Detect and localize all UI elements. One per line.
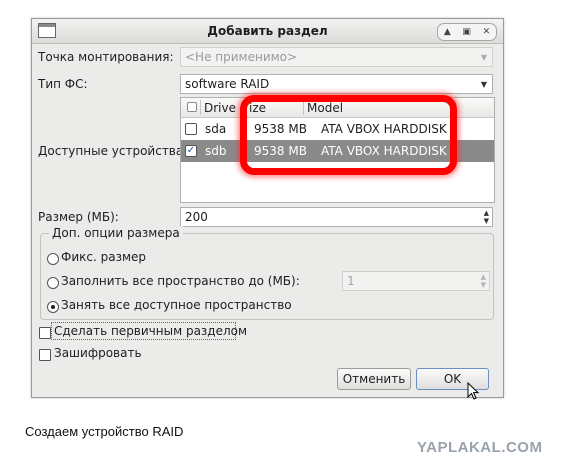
watermark-logo: YAPLAKAL.COM [417,439,543,456]
drive-cell: sdb [205,144,227,158]
size-value: 200 [185,210,208,224]
fs-type-value: software RAID [185,77,270,91]
fill-up-to-value: 1 [347,274,355,288]
header-checkbox-icon[interactable] [187,102,197,112]
radio-fill-up-to[interactable] [47,277,59,289]
fill-all-label: Занять все доступное пространство [61,298,292,312]
cancel-button[interactable]: Отменить [337,368,411,390]
close-icon[interactable]: ✕ [483,27,491,37]
model-cell: ATA VBOX HARDDISK [321,144,447,158]
mount-point-label: Точка монтирования: [38,50,174,64]
mount-point-combo[interactable]: <Не применимо> ▼ [180,47,493,67]
size-cell: 9538 MB [254,144,307,158]
fixed-size-label: Фикс. размер [61,250,147,264]
column-size[interactable]: ize [249,101,266,115]
table-row[interactable]: sda 9538 MB ATA VBOX HARDDISK [181,118,494,140]
table-header: Drive ize Model [181,98,494,118]
restore-icon[interactable]: ▣ [462,27,471,37]
size-spinbox[interactable]: 200 ▲ ▼ [180,207,493,227]
chevron-down-icon: ▼ [480,80,487,89]
mouse-pointer-icon [467,382,480,400]
size-cell: 9538 MB [254,122,307,136]
window-buttons: ▲ ▣ ✕ [437,23,497,41]
row-checkbox[interactable]: ✓ [185,145,197,157]
spin-arrows-icon[interactable]: ▲ ▼ [484,209,489,225]
table-row[interactable]: ✓ sdb 9538 MB ATA VBOX HARDDISK [181,140,494,162]
fill-up-to-label: Заполнить все пространство до (МБ): [61,274,300,288]
radio-fill-all[interactable] [47,301,59,313]
mount-point-value: <Не применимо> [185,50,298,64]
row-checkbox[interactable] [185,123,197,135]
model-cell: ATA VBOX HARDDISK [321,122,447,136]
devices-table[interactable]: Drive ize Model sda 9538 MB ATA VBOX HAR… [180,97,495,203]
column-model[interactable]: Model [307,101,343,115]
size-options-legend: Доп. опции размера [49,226,183,240]
title-bar[interactable]: Добавить раздел ▲ ▣ ✕ [32,19,503,44]
size-options-group: Доп. опции размера Фикс. размер Заполнит… [40,226,494,320]
primary-partition-checkbox[interactable] [39,327,51,339]
radio-fixed-size[interactable] [47,253,59,265]
devices-label: Доступные устройства: [38,144,188,158]
size-label: Размер (МБ): [38,210,119,224]
fs-type-label: Тип ФС: [38,77,88,91]
spin-arrows-icon: ▲ ▼ [480,273,486,289]
add-partition-dialog: Добавить раздел ▲ ▣ ✕ Точка монтирования… [31,18,504,398]
column-drive[interactable]: Drive [204,101,236,115]
primary-partition-label: Сделать первичным разделом [54,324,248,338]
caption-text: Создаем устройство RAID [25,424,184,439]
dialog-title: Добавить раздел [207,24,328,38]
fill-up-to-spinbox[interactable]: 1 ▲ ▼ [342,271,490,291]
encrypt-label: Зашифровать [54,346,142,360]
up-icon[interactable]: ▲ [444,27,451,37]
fs-type-combo[interactable]: software RAID ▼ [180,74,493,94]
drive-cell: sda [205,122,227,136]
chevron-down-icon: ▼ [480,53,487,62]
encrypt-checkbox[interactable] [39,349,51,361]
